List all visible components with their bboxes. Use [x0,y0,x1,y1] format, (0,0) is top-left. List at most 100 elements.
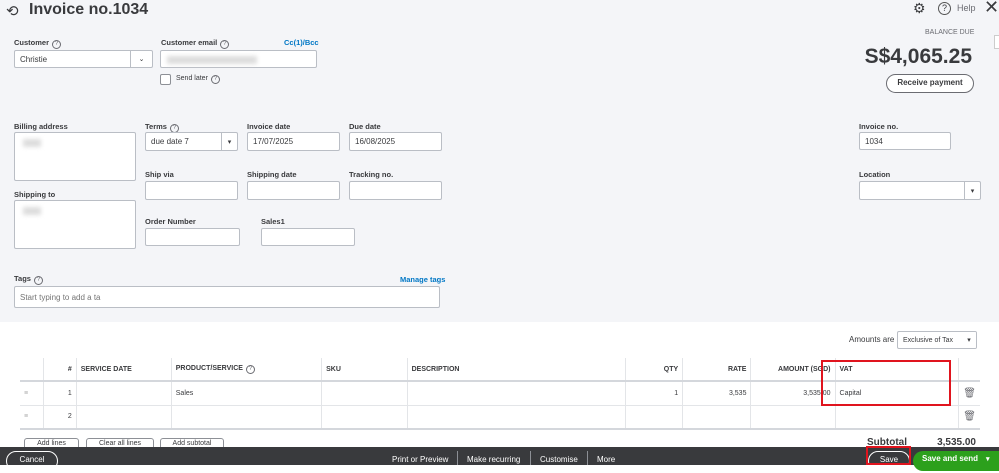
shipping-to-label: Shipping to [14,190,56,199]
divider [530,451,531,465]
col-num: # [43,358,77,382]
trash-icon[interactable]: 🗑 [958,405,980,430]
col-qty: QTY [625,358,684,382]
divider [457,451,458,465]
receive-payment-button[interactable]: Receive payment [886,74,974,93]
service-date-cell[interactable] [76,405,172,430]
make-recurring-button[interactable]: Make recurring [467,447,520,465]
drag-handle-icon[interactable]: ≡ [20,381,45,406]
sales1-input[interactable] [261,228,355,246]
dropdown-arrow-icon[interactable]: ▾ [221,133,237,150]
dropdown-arrow-icon[interactable]: ▾ [962,332,976,348]
customer-label: Customer? [14,38,62,49]
customer-email-label: Customer email? [161,38,230,49]
due-date-label: Due date [349,122,381,131]
save-and-send-button[interactable]: Save and send ▾ [913,451,999,471]
send-later-label: Send later? [176,75,220,84]
help-icon[interactable]: ? [245,364,255,374]
chevron-down-icon[interactable]: ⌄ [130,51,152,67]
product-cell[interactable]: Sales [171,381,323,406]
col-product-service: PRODUCT/SERVICE? [171,358,323,382]
terms-value: due date 7 [151,137,189,146]
vat-cell[interactable] [835,405,960,430]
tracking-input[interactable] [349,181,442,200]
close-icon[interactable]: ✕ [984,0,999,18]
tags-input[interactable] [14,286,440,308]
col-rate: RATE [682,358,752,382]
table-row[interactable]: ≡ 2 🗑 [20,405,980,430]
amounts-are-label: Amounts are [849,335,895,344]
product-cell[interactable] [171,405,323,430]
save-highlight-box [866,446,911,465]
gear-icon[interactable]: ⚙ [913,0,926,17]
col-description: DESCRIPTION [407,358,627,382]
description-cell[interactable] [407,381,627,406]
order-number-input[interactable] [145,228,240,246]
amount-cell[interactable] [750,405,836,430]
page-title: Invoice no.1034 [29,1,149,18]
shipping-to-input[interactable] [14,200,136,249]
location-select[interactable]: ▾ [859,181,981,200]
divider [587,451,588,465]
billing-address-label: Billing address [14,122,68,131]
ship-via-label: Ship via [145,170,174,179]
qty-cell[interactable] [625,405,684,430]
sales1-label: Sales1 [261,217,285,226]
description-cell[interactable] [407,405,627,430]
side-panel-toggle[interactable] [994,35,999,49]
tags-label: Tags? [14,274,43,285]
tracking-label: Tracking no. [349,170,394,179]
drag-column-header [20,358,45,382]
invoice-no-label: Invoice no. [859,122,899,131]
help-icon[interactable]: ? [938,2,951,15]
balance-due-label: BALANCE DUE [925,29,975,36]
delete-column-header [958,358,980,382]
terms-select[interactable]: due date 7 ▾ [145,132,238,151]
col-service-date: SERVICE DATE [76,358,172,382]
balance-due-amount: S$4,065.25 [864,45,972,68]
help-icon[interactable]: ? [210,75,220,84]
cancel-button[interactable]: Cancel [6,451,58,471]
service-date-cell[interactable] [76,381,172,406]
customer-email-input[interactable] [160,50,317,68]
invoice-date-label: Invoice date [247,122,291,131]
send-later-checkbox[interactable] [160,74,171,85]
help-icon[interactable]: ? [52,40,62,49]
dropdown-arrow-icon[interactable]: ▾ [964,182,980,199]
due-date-input[interactable]: 16/08/2025 [349,132,442,151]
drag-handle-icon[interactable]: ≡ [20,405,45,430]
location-label: Location [859,170,891,179]
customise-button[interactable]: Customise [540,447,578,465]
rate-cell[interactable]: 3,535 [682,381,752,406]
help-icon[interactable]: ? [220,40,230,49]
footer-bar: Cancel Print or Preview Make recurring C… [0,447,999,471]
billing-address-input[interactable] [14,132,136,181]
rate-cell[interactable] [682,405,752,430]
row-num: 2 [43,405,77,430]
row-num: 1 [43,381,77,406]
invoice-header-area [0,0,999,322]
vat-highlight-box [821,360,951,406]
customer-select[interactable]: Christie ⌄ [14,50,153,68]
sku-cell[interactable] [321,405,408,430]
shipping-date-input[interactable] [247,181,340,200]
customer-value: Christie [20,54,48,64]
qty-cell[interactable]: 1 [625,381,684,406]
shipping-date-label: Shipping date [247,170,297,179]
invoice-no-input[interactable]: 1034 [859,132,951,150]
help-icon[interactable]: ? [33,276,43,285]
amounts-are-select[interactable]: Exclusive of Tax ▾ [897,331,977,349]
cc-bcc-link[interactable]: Cc(1)/Bcc [284,38,319,47]
help-link[interactable]: Help [957,3,976,13]
trash-icon[interactable]: 🗑 [958,381,980,406]
col-sku: SKU [321,358,408,382]
ship-via-input[interactable] [145,181,238,200]
manage-tags-link[interactable]: Manage tags [400,275,445,284]
amounts-are-value: Exclusive of Tax [903,336,954,344]
invoice-date-input[interactable]: 17/07/2025 [247,132,340,151]
print-preview-button[interactable]: Print or Preview [392,447,448,465]
dropdown-arrow-icon[interactable]: ▾ [986,456,990,463]
sku-cell[interactable] [321,381,408,406]
more-button[interactable]: More [597,447,615,465]
history-icon[interactable]: ⟲ [6,2,19,20]
